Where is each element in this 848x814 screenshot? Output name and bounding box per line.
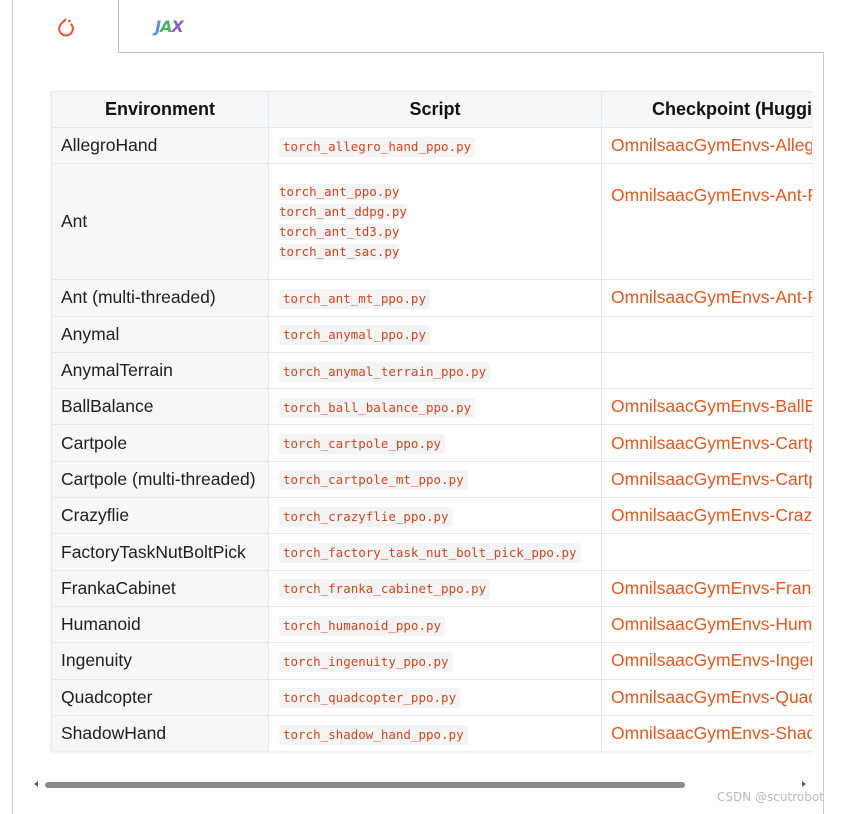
environment-cell: Cartpole: [51, 424, 269, 462]
script-filename: torch_allegro_hand_ppo.py: [279, 136, 476, 157]
script-cell: torch_crazyflie_ppo.py: [268, 497, 602, 535]
environment-cell: AllegroHand: [51, 126, 269, 165]
environment-cell: AnymalTerrain: [51, 351, 269, 390]
script-filename: torch_ant_ddpg.py: [279, 203, 407, 220]
tab-pytorch[interactable]: [13, 0, 119, 53]
script-cell: torch_anymal_ppo.py: [268, 315, 602, 353]
environment-cell: Anymal: [51, 315, 269, 353]
environment-cell: Ant (multi-threaded): [51, 279, 269, 317]
pytorch-icon: [57, 17, 74, 36]
environment-cell: Humanoid: [51, 605, 269, 644]
table-row: Ant torch_ant_ppo.py torch_ant_ddpg.py torc…: [51, 163, 812, 281]
checkpoint-link: [601, 315, 812, 353]
environment-cell: FrankaCabinet: [51, 569, 269, 607]
environment-cell: Ingenuity: [51, 642, 269, 680]
tab-jax[interactable]: JAX: [119, 0, 219, 53]
script-filename: torch_quadcopter_ppo.py: [279, 688, 461, 709]
framework-tab-bar: JAX: [13, 0, 824, 53]
checkpoint-link[interactable]: OmnilsaacGymEnvs-Crazy: [601, 497, 812, 535]
header-environment: Environment: [51, 91, 269, 128]
watermark: CSDN @scutrobot: [717, 790, 824, 804]
table-row: BallBalance torch_ball_balance_ppo.py Omni…: [51, 388, 812, 426]
table-row: Crazyflie torch_crazyflie_ppo.py Omnilsaac…: [51, 497, 812, 535]
checkpoint-link[interactable]: OmnilsaacGymEnvs-Cartp: [601, 424, 812, 462]
scroll-left-arrow-icon[interactable]: [34, 781, 38, 787]
script-cell: torch_ingenuity_ppo.py: [268, 642, 602, 680]
environment-cell: BallBalance: [51, 388, 269, 426]
script-cell: torch_cartpole_mt_ppo.py: [268, 460, 602, 499]
script-cell: torch_anymal_terrain_ppo.py: [268, 351, 602, 390]
checkpoint-link: [601, 351, 812, 390]
checkpoint-link[interactable]: OmnilsaacGymEnvs-Allegr: [601, 126, 812, 165]
environment-cell: Quadcopter: [51, 678, 269, 716]
checkpoint-link[interactable]: OmnilsaacGymEnvs-BallBa: [601, 388, 812, 426]
checkpoint-link[interactable]: OmnilsaacGymEnvs-Quad: [601, 678, 812, 716]
content-left-border: [12, 0, 13, 814]
script-cell: torch_shadow_hand_ppo.py: [268, 714, 602, 751]
table-row: AnymalTerrain torch_anymal_terrain_ppo.py: [51, 351, 812, 390]
environments-table-container[interactable]: Environment Script Checkpoint (Huggi All…: [51, 91, 812, 751]
checkpoint-link: [601, 533, 812, 571]
checkpoint-link[interactable]: OmnilsaacGymEnvs-Ingen: [601, 642, 812, 680]
table-row: FactoryTaskNutBoltPick torch_factory_task…: [51, 533, 812, 571]
environment-cell: Crazyflie: [51, 497, 269, 535]
header-script: Script: [268, 91, 602, 128]
script-filename: torch_cartpole_ppo.py: [279, 434, 446, 455]
checkpoint-link[interactable]: OmnilsaacGymEnvs-Cartp: [601, 460, 812, 499]
script-cell: torch_allegro_hand_ppo.py: [268, 126, 602, 165]
script-cell: torch_franka_cabinet_ppo.py: [268, 569, 602, 607]
script-cell: torch_ant_ppo.py torch_ant_ddpg.py torch_a…: [268, 163, 602, 281]
table-row: FrankaCabinet torch_franka_cabinet_ppo.py…: [51, 569, 812, 607]
script-cell: torch_quadcopter_ppo.py: [268, 678, 602, 716]
script-cell: torch_ball_balance_ppo.py: [268, 388, 602, 426]
tab-bar-filler: [219, 0, 824, 53]
environment-cell: Ant: [51, 163, 269, 281]
table-row: Ingenuity torch_ingenuity_ppo.py Omnilsaac…: [51, 642, 812, 680]
checkpoint-link[interactable]: OmnilsaacGymEnvs-Shado: [601, 714, 812, 751]
script-filename: torch_crazyflie_ppo.py: [279, 506, 453, 527]
table-row: Humanoid torch_humanoid_ppo.py OmnilsaacGy…: [51, 605, 812, 644]
scroll-right-arrow-icon[interactable]: [802, 781, 806, 787]
script-filename: torch_franka_cabinet_ppo.py: [279, 579, 491, 600]
script-filename: torch_cartpole_mt_ppo.py: [279, 470, 468, 491]
table-body: AllegroHand torch_allegro_hand_ppo.py Omni…: [51, 126, 812, 751]
header-checkpoint: Checkpoint (Huggi: [601, 91, 812, 128]
script-filename: torch_ant_sac.py: [279, 243, 400, 260]
table-row: Cartpole (multi-threaded) torch_cartpole_…: [51, 460, 812, 499]
script-cell: torch_ant_mt_ppo.py: [268, 279, 602, 317]
environment-cell: Cartpole (multi-threaded): [51, 460, 269, 499]
environments-table: Environment Script Checkpoint (Huggi All…: [51, 91, 812, 751]
script-cell: torch_factory_task_nut_bolt_pick_ppo.py: [268, 533, 602, 571]
script-cell: torch_humanoid_ppo.py: [268, 605, 602, 644]
table-row: AllegroHand torch_allegro_hand_ppo.py Omni…: [51, 126, 812, 165]
script-filename: torch_ant_mt_ppo.py: [279, 288, 430, 309]
script-filename: torch_ant_ppo.py: [279, 183, 400, 200]
checkpoint-link[interactable]: OmnilsaacGymEnvs-Ant-P: [601, 163, 812, 281]
script-filename: torch_ant_td3.py: [279, 223, 400, 240]
checkpoint-link[interactable]: OmnilsaacGymEnvs-Ant-P: [601, 279, 812, 317]
script-cell: torch_cartpole_ppo.py: [268, 424, 602, 462]
table-row: Ant (multi-threaded) torch_ant_mt_ppo.py O…: [51, 279, 812, 317]
jax-icon: JAX: [155, 16, 184, 36]
script-filename: torch_ingenuity_ppo.py: [279, 651, 453, 672]
script-filename: torch_anymal_terrain_ppo.py: [279, 361, 491, 382]
environment-cell: FactoryTaskNutBoltPick: [51, 533, 269, 571]
script-filename: torch_factory_task_nut_bolt_pick_ppo.py: [279, 543, 581, 564]
checkpoint-link[interactable]: OmnilsaacGymEnvs-Huma: [601, 605, 812, 644]
script-filename: torch_ball_balance_ppo.py: [279, 397, 476, 418]
table-header-row: Environment Script Checkpoint (Huggi: [51, 91, 812, 128]
script-filename: torch_humanoid_ppo.py: [279, 615, 446, 636]
checkpoint-link[interactable]: OmnilsaacGymEnvs-Frank: [601, 569, 812, 607]
script-filename: torch_anymal_ppo.py: [279, 325, 430, 346]
table-row: ShadowHand torch_shadow_hand_ppo.py Omnils…: [51, 714, 812, 751]
horizontal-scrollbar-thumb[interactable]: [45, 782, 685, 788]
environment-cell: ShadowHand: [51, 714, 269, 751]
content-right-border: [823, 52, 824, 814]
script-filename: torch_shadow_hand_ppo.py: [279, 724, 468, 745]
table-row: Quadcopter torch_quadcopter_ppo.py Omnilsa…: [51, 678, 812, 716]
table-row: Cartpole torch_cartpole_ppo.py OmnilsaacGy…: [51, 424, 812, 462]
table-row: Anymal torch_anymal_ppo.py: [51, 315, 812, 353]
